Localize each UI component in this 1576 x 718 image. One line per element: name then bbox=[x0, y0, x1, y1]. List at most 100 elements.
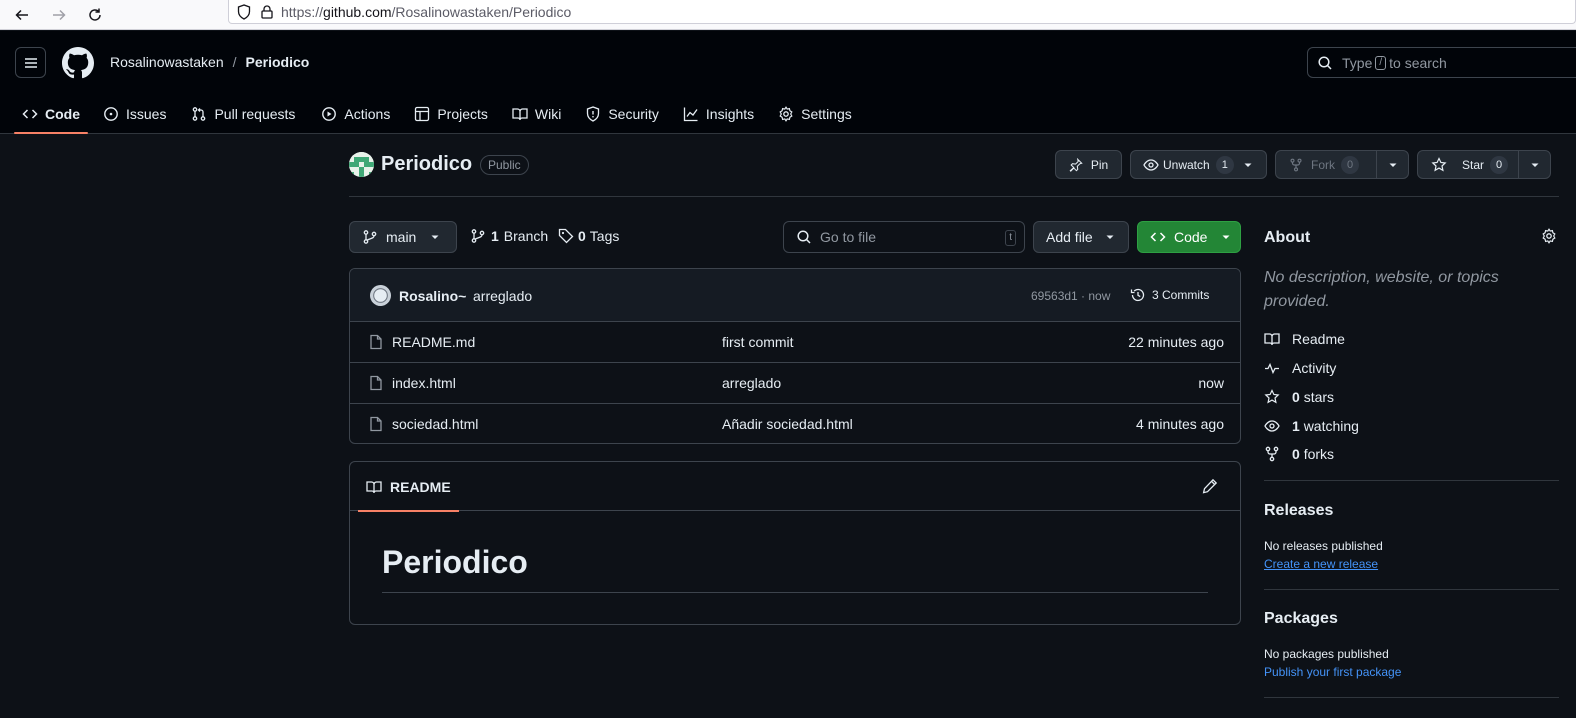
repo-title[interactable]: Periodico bbox=[381, 153, 472, 176]
divider bbox=[349, 196, 1559, 197]
edit-readme-button[interactable] bbox=[1202, 478, 1218, 494]
watching-link[interactable]: 1 watching bbox=[1264, 418, 1359, 434]
tab-projects[interactable]: Projects bbox=[406, 95, 496, 133]
add-file-button[interactable]: Add file bbox=[1033, 221, 1129, 253]
tab-security[interactable]: Security bbox=[577, 95, 667, 133]
branches-link[interactable]: 1 Branch bbox=[470, 228, 548, 244]
readme-tab[interactable]: README bbox=[358, 462, 459, 512]
file-icon bbox=[370, 375, 382, 391]
url-text: https://github.com/Rosalinowastaken/Peri… bbox=[281, 3, 572, 20]
about-settings-button[interactable] bbox=[1541, 228, 1557, 244]
fork-dropdown[interactable] bbox=[1376, 151, 1408, 178]
tab-actions[interactable]: Actions bbox=[313, 95, 398, 133]
packages-note: No packages published bbox=[1264, 647, 1389, 661]
pin-button[interactable]: Pin bbox=[1055, 150, 1122, 179]
branches-count: 1 bbox=[491, 228, 499, 244]
file-name[interactable]: sociedad.html bbox=[392, 416, 478, 432]
repo-owner-avatar[interactable] bbox=[349, 152, 374, 177]
hamburger-icon bbox=[24, 57, 37, 68]
pull-request-icon bbox=[193, 107, 206, 121]
forks-label: forks bbox=[1303, 446, 1335, 462]
releases-title[interactable]: Releases bbox=[1264, 502, 1333, 520]
repo-breadcrumb: Rosalinowastaken / Periodico bbox=[110, 54, 309, 70]
tab-label: Actions bbox=[344, 106, 391, 122]
hamburger-menu-button[interactable] bbox=[15, 47, 46, 78]
search-shortcut-key: / bbox=[1375, 55, 1387, 70]
file-row[interactable]: README.md first commit 22 minutes ago bbox=[350, 322, 1240, 363]
pin-label: Pin bbox=[1090, 157, 1109, 172]
reload-icon[interactable] bbox=[83, 3, 107, 27]
tab-label: Code bbox=[45, 106, 80, 122]
go-to-file-placeholder: Go to file bbox=[820, 229, 877, 245]
issue-icon bbox=[104, 107, 118, 121]
packages-title[interactable]: Packages bbox=[1264, 610, 1338, 628]
commit-message[interactable]: arreglado bbox=[473, 288, 532, 304]
tab-insights[interactable]: Insights bbox=[675, 95, 762, 133]
fork-label: Fork bbox=[1311, 157, 1335, 172]
star-dropdown[interactable] bbox=[1518, 151, 1550, 178]
gear-icon bbox=[779, 106, 793, 122]
readme-link[interactable]: Readme bbox=[1264, 331, 1345, 347]
star-button[interactable]: Star 0 bbox=[1417, 150, 1551, 179]
file-name[interactable]: README.md bbox=[392, 334, 475, 350]
search-placeholder: Type bbox=[1342, 54, 1373, 71]
repo-forked-icon bbox=[1290, 158, 1302, 171]
tab-pull-requests[interactable]: Pull requests bbox=[183, 95, 303, 133]
tab-settings[interactable]: Settings bbox=[770, 95, 860, 133]
branch-selector[interactable]: main bbox=[349, 221, 457, 253]
file-commit-message[interactable]: first commit bbox=[722, 334, 794, 350]
latest-commit-bar: Rosalino~ arreglado 69563d1 · now 3 Comm… bbox=[350, 269, 1240, 322]
back-arrow-icon[interactable] bbox=[10, 3, 34, 27]
create-release-link[interactable]: Create a new release bbox=[1264, 557, 1378, 571]
stars-label: stars bbox=[1303, 389, 1335, 405]
global-header: Rosalinowastaken / Periodico Type / to s… bbox=[0, 31, 1576, 134]
commits-history-link[interactable]: 3 Commits bbox=[1130, 287, 1209, 303]
file-commit-message[interactable]: arreglado bbox=[722, 375, 781, 391]
tab-label: Security bbox=[608, 106, 659, 122]
tab-issues[interactable]: Issues bbox=[95, 95, 174, 133]
branch-name: main bbox=[386, 229, 417, 245]
tab-code[interactable]: Code bbox=[14, 95, 88, 134]
commit-hash-time[interactable]: 69563d1 · now bbox=[1031, 289, 1110, 303]
tab-wiki[interactable]: Wiki bbox=[504, 95, 569, 133]
star-icon bbox=[1264, 389, 1280, 404]
file-commit-time: 22 minutes ago bbox=[1128, 334, 1224, 350]
file-list: Rosalino~ arreglado 69563d1 · now 3 Comm… bbox=[349, 268, 1241, 444]
go-to-file-input[interactable]: Go to file t bbox=[783, 221, 1025, 253]
fork-button[interactable]: Fork 0 bbox=[1275, 150, 1409, 179]
book-icon bbox=[512, 108, 528, 121]
lock-icon bbox=[261, 4, 273, 19]
publish-package-link[interactable]: Publish your first package bbox=[1264, 665, 1401, 679]
commit-author[interactable]: Rosalino~ bbox=[399, 288, 466, 304]
file-row[interactable]: sociedad.html Añadir sociedad.html 4 min… bbox=[350, 404, 1240, 443]
github-logo-icon[interactable] bbox=[62, 47, 94, 79]
global-search-input[interactable]: Type / to search bbox=[1307, 47, 1576, 78]
caret-down-icon bbox=[1531, 163, 1538, 167]
repo-forked-icon bbox=[1265, 446, 1279, 462]
divider bbox=[1264, 697, 1559, 698]
file-name[interactable]: index.html bbox=[392, 375, 456, 391]
tags-count: 0 bbox=[578, 228, 586, 244]
forks-count: 0 bbox=[1292, 446, 1300, 462]
unwatch-button[interactable]: Unwatch 1 bbox=[1130, 150, 1267, 179]
owner-link[interactable]: Rosalinowastaken bbox=[110, 54, 224, 70]
activity-link[interactable]: Activity bbox=[1264, 360, 1336, 376]
star-label: Star bbox=[1462, 157, 1485, 172]
tracking-shield-icon bbox=[237, 3, 251, 20]
tags-link[interactable]: 0 Tags bbox=[558, 228, 619, 244]
tab-label: Insights bbox=[705, 106, 755, 122]
eye-icon bbox=[1143, 158, 1159, 171]
readme-header: README bbox=[350, 462, 1240, 512]
repo-link[interactable]: Periodico bbox=[246, 54, 310, 70]
stars-link[interactable]: 0 stars bbox=[1264, 389, 1334, 405]
file-row[interactable]: index.html arreglado now bbox=[350, 363, 1240, 404]
code-button[interactable]: Code bbox=[1137, 221, 1241, 253]
author-avatar[interactable] bbox=[370, 285, 391, 306]
readme-heading-rule bbox=[382, 592, 1208, 593]
watching-count: 1 bbox=[1292, 418, 1300, 434]
forward-arrow-icon[interactable] bbox=[47, 3, 71, 27]
graph-icon bbox=[683, 107, 698, 122]
forks-link[interactable]: 0 forks bbox=[1264, 446, 1334, 462]
url-bar[interactable]: https://github.com/Rosalinowastaken/Peri… bbox=[228, 0, 1576, 24]
file-commit-message[interactable]: Añadir sociedad.html bbox=[722, 416, 853, 432]
